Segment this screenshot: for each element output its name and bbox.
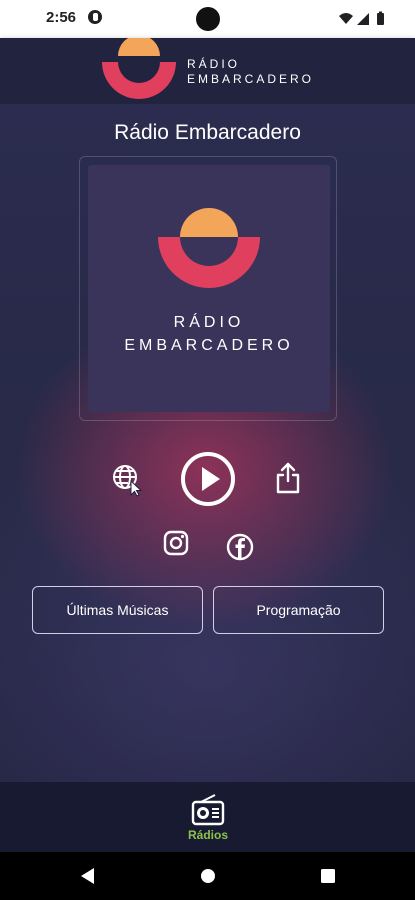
status-icons xyxy=(339,11,384,25)
station-title: Rádio Embarcadero xyxy=(114,121,301,144)
facebook-button[interactable] xyxy=(226,533,254,561)
signal-icon xyxy=(357,13,369,25)
bottom-navigation: Rádios xyxy=(0,782,415,852)
home-button[interactable] xyxy=(198,866,218,886)
schedule-button[interactable]: Programação xyxy=(213,586,384,634)
brand-line-2: EMBARCADERO xyxy=(187,72,315,86)
wifi-icon xyxy=(339,13,353,24)
brand-wordmark: RÁDIO EMBARCADERO xyxy=(187,57,314,87)
app-bar: RÁDIO EMBARCADERO xyxy=(0,38,415,104)
album-artwork-frame: RÁDIO EMBARCADERO xyxy=(79,156,337,421)
instagram-button[interactable] xyxy=(163,530,189,556)
share-button[interactable] xyxy=(274,461,302,495)
schedule-label: Programação xyxy=(256,602,341,618)
battery-icon xyxy=(377,13,384,25)
back-button[interactable] xyxy=(78,866,98,886)
artwork-logo xyxy=(158,208,260,288)
album-artwork: RÁDIO EMBARCADERO xyxy=(88,165,330,412)
home-icon xyxy=(201,869,215,883)
status-bar: 2:56 xyxy=(0,0,415,38)
recent-songs-label: Últimas Músicas xyxy=(66,602,169,618)
play-button[interactable] xyxy=(180,451,236,507)
brand-line-1: RÁDIO xyxy=(187,57,241,71)
recents-button[interactable] xyxy=(318,866,338,886)
player-screen: Rádio Embarcadero RÁDIO EMBARCADERO Últi… xyxy=(0,104,415,782)
status-time: 2:56 xyxy=(46,9,77,26)
share-icon xyxy=(276,462,300,494)
artwork-wordmark: RÁDIO EMBARCADERO xyxy=(88,311,330,357)
play-icon xyxy=(202,467,220,491)
nav-label-radios: Rádios xyxy=(187,828,228,842)
system-navigation-bar xyxy=(0,852,415,900)
artwork-line-1: RÁDIO xyxy=(173,314,245,331)
facebook-icon xyxy=(226,533,254,561)
nav-item-radios[interactable]: Rádios xyxy=(178,792,238,844)
recent-songs-button[interactable]: Últimas Músicas xyxy=(32,586,203,634)
notification-app-icon xyxy=(88,10,102,24)
player-controls xyxy=(0,447,415,511)
website-button[interactable] xyxy=(111,463,145,497)
camera-cutout xyxy=(196,7,220,31)
back-icon xyxy=(81,868,94,884)
artwork-line-2: EMBARCADERO xyxy=(124,337,294,354)
instagram-icon xyxy=(163,530,189,556)
brand-logo xyxy=(102,38,176,99)
radio-icon xyxy=(191,794,225,826)
recents-icon xyxy=(321,869,335,883)
